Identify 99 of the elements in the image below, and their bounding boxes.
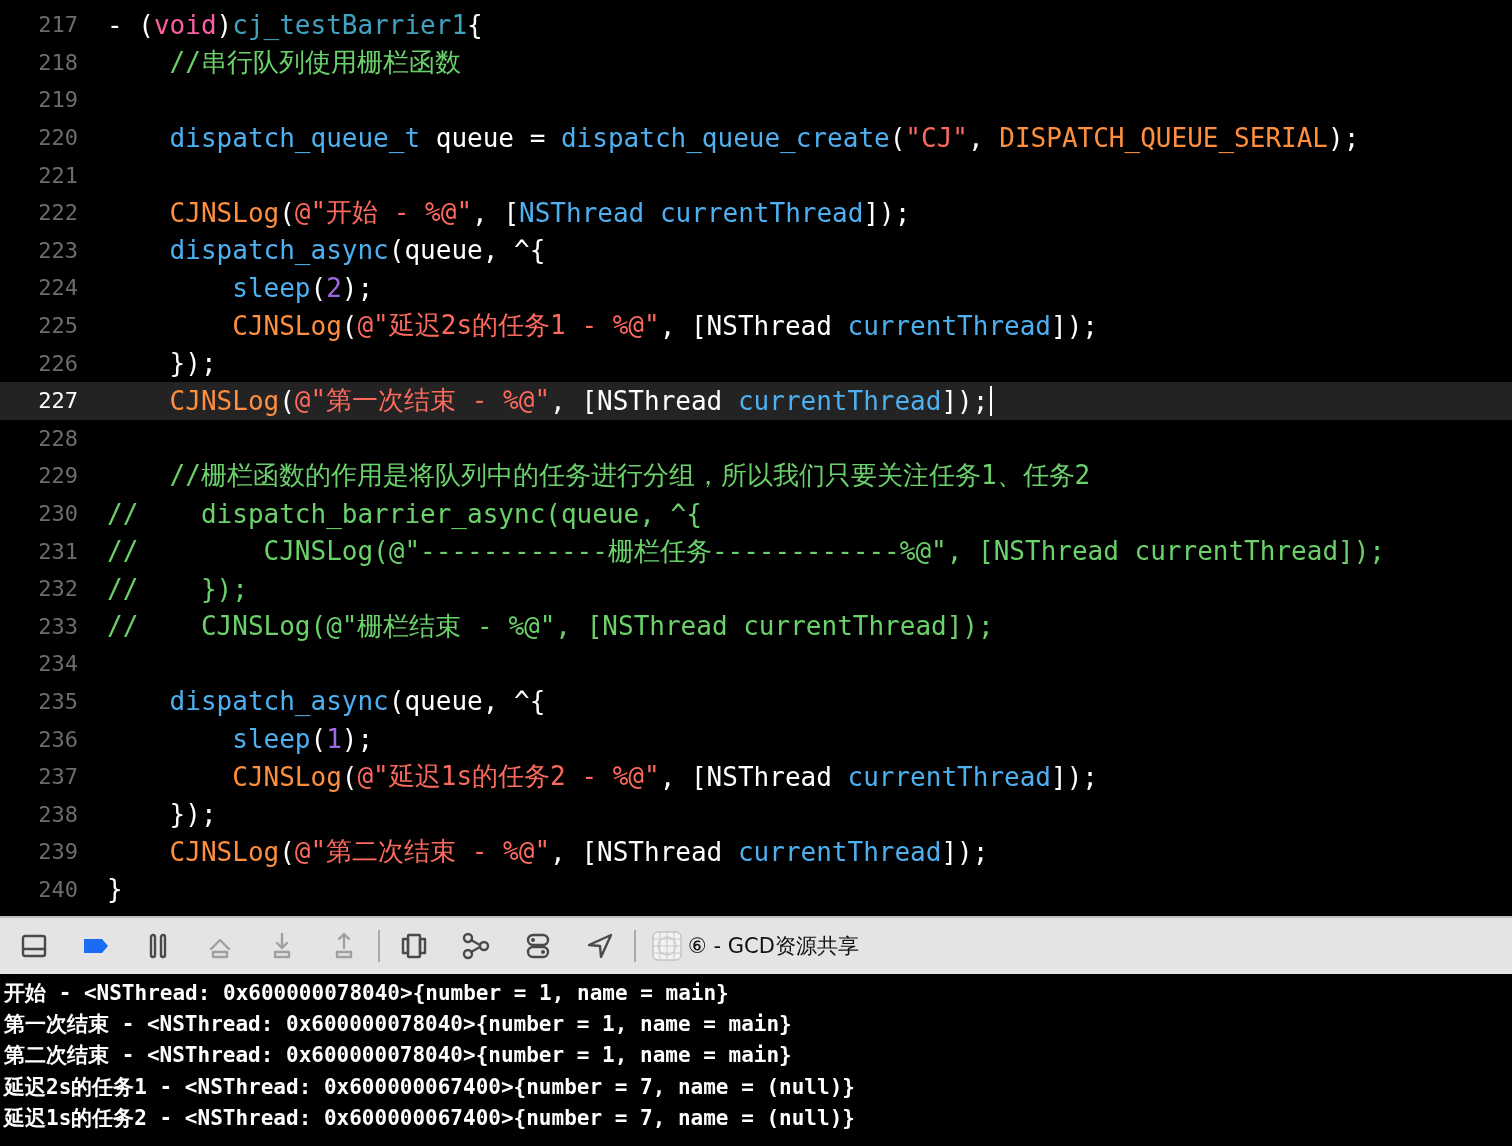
line-number: 226 — [37, 350, 78, 376]
code-token: ( — [279, 836, 295, 867]
console-line: 开始 - <NSThread: 0x600000078040>{number = 1, name = main} — [4, 980, 730, 1007]
code-token: , — [968, 122, 985, 153]
code-token: DISPATCH_QUEUE_SERIAL — [999, 122, 1329, 153]
line-number: 229 — [37, 463, 78, 489]
console-line: 第一次结束 - <NSThread: 0x600000078040>{number = 1, name = main} — [4, 1011, 793, 1039]
code-token: ]); — [941, 836, 989, 867]
line-number: 222 — [37, 200, 78, 226]
line-number: 219 — [37, 87, 78, 113]
code-token: dispatch_async — [168, 235, 389, 266]
console-line: 延迟1s的任务2 - <NSThread: 0x600000067400>{number = 7, name = (null)} — [4, 1104, 856, 1132]
code-token: // }); — [107, 573, 248, 604]
scheme-label[interactable]: ⑥ - GCD资源共享 — [688, 932, 859, 960]
console-line: 第二次结束 - <NSThread: 0x600000078040>{number = 1, name = main} — [4, 1042, 793, 1070]
code-token: ( — [341, 761, 358, 792]
line-number: 218 — [37, 49, 78, 75]
line-number: 233 — [37, 613, 78, 639]
line-number: 230 — [37, 501, 78, 526]
code-token: } — [107, 874, 123, 905]
code-token: "CJ" — [905, 122, 968, 153]
code-token: @"延迟2s的任务1 - %@" — [357, 309, 660, 343]
view-debugger-icon — [399, 931, 429, 961]
code-token: sleep — [231, 272, 311, 303]
line-number: 232 — [37, 576, 78, 602]
code-token: , [NSThread — [550, 836, 724, 867]
line-number: 217 — [37, 12, 78, 38]
code-token: , [NSThread — [659, 761, 833, 792]
code-token: // CJNSLog(@"------------栅栏任务------------%@", [NSThread currentThread]); — [107, 534, 1385, 568]
code-token: CJNSLog — [168, 197, 280, 228]
code-token: currentThread — [847, 761, 1051, 792]
code-token: ( — [341, 310, 358, 341]
code-token: CJNSLog — [231, 761, 342, 792]
code-token: dispatch_queue_create — [560, 122, 890, 153]
code-token: currentThread — [737, 836, 942, 867]
code-token: currentThread — [658, 197, 864, 228]
code-token: , [NSThread — [659, 310, 833, 341]
code-token: ( — [310, 272, 327, 303]
line-number: 221 — [37, 162, 78, 188]
code-token: ]); — [941, 385, 989, 416]
code-token: ]); — [1051, 310, 1098, 341]
line-number: 239 — [37, 839, 78, 865]
console-line: 延迟2s的任务1 - <NSThread: 0x600000067400>{number = 7, name = (null)} — [4, 1073, 856, 1101]
line-number: 237 — [37, 764, 78, 790]
line-number: 240 — [37, 876, 78, 902]
line-number: 235 — [37, 689, 78, 714]
code-token: ); — [341, 272, 374, 303]
code-token: , [NSThread — [550, 385, 724, 416]
code-token: NSThread — [519, 197, 645, 228]
line-number: 228 — [37, 425, 78, 451]
code-token: ]); — [1051, 761, 1098, 792]
code-token: currentThread — [737, 385, 942, 416]
code-token: queue = — [434, 122, 547, 153]
code-token: dispatch_async — [168, 686, 389, 717]
code-token: currentThread — [847, 310, 1051, 341]
code-token: ) — [216, 9, 233, 40]
line-number: 238 — [37, 801, 78, 827]
code-token: @"第一次结束 - %@" — [294, 384, 551, 418]
code-token: ( — [310, 724, 327, 755]
code-token: { — [467, 9, 483, 40]
code-token: CJNSLog — [168, 836, 280, 867]
line-number: 231 — [37, 538, 78, 564]
line-number: 225 — [37, 313, 78, 339]
code-token: // CJNSLog(@"栅栏结束 - %@", [NSThread currentThread]); — [107, 609, 994, 643]
code-token: CJNSLog — [168, 385, 280, 416]
line-number: 236 — [37, 726, 78, 752]
line-number: 223 — [37, 237, 78, 263]
code-token: ); — [1328, 122, 1360, 153]
code-token: 2 — [326, 272, 342, 303]
code-token: ( — [279, 197, 295, 228]
code-token: sleep — [231, 724, 311, 755]
code-token: // dispatch_barrier_async(queue, ^{ — [107, 498, 702, 529]
line-number: 220 — [37, 125, 78, 151]
code-token: ( — [889, 122, 906, 153]
code-token: }); — [168, 348, 217, 379]
location-icon — [585, 931, 615, 961]
code-token: @"第二次结束 - %@" — [294, 835, 551, 869]
line-number: 224 — [37, 275, 78, 301]
code-token: ]); — [863, 197, 911, 228]
code-token: 1 — [326, 724, 342, 755]
text-cursor — [990, 385, 993, 416]
code-token: cj_testBarrier1 — [232, 9, 468, 40]
code-token: , [ — [472, 197, 520, 228]
code-token: ( — [279, 385, 295, 416]
line-number: 234 — [37, 651, 78, 677]
code-token: - ( — [107, 9, 154, 40]
code-token: }); — [168, 799, 217, 830]
code-token: //串行队列使用栅栏函数 — [168, 45, 461, 79]
code-token: @"延迟1s的任务2 - %@" — [357, 760, 660, 794]
code-token: @"开始 - %@" — [294, 196, 473, 230]
code-token: (queue, ^{ — [388, 235, 546, 266]
memory-graph-icon — [461, 931, 491, 961]
code-token: void — [153, 9, 217, 40]
code-token: CJNSLog — [231, 310, 342, 341]
code-token: dispatch_queue_t — [168, 122, 421, 153]
line-number: 227 — [37, 388, 78, 414]
code-token: (queue, ^{ — [388, 686, 546, 717]
code-token: ); — [341, 724, 374, 755]
code-token: //栅栏函数的作用是将队列中的任务进行分组，所以我们只要关注任务1、任务2 — [168, 459, 1091, 493]
